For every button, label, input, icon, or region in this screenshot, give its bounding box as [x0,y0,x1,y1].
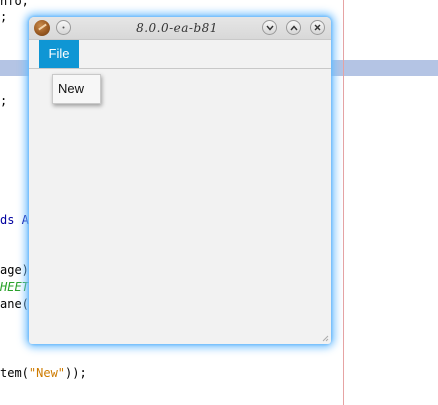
window-title: 8.0.0-ea-b81 [136,21,218,35]
java-app-icon[interactable] [34,20,50,36]
code-fragment-string: "New" [28,366,66,380]
menu-file[interactable]: File [39,40,79,68]
code-fragment-keyword: ds A [0,213,29,227]
code-fragment: nfo; [0,0,29,8]
pin-icon[interactable] [56,20,71,35]
code-fragment: )); [65,366,87,380]
code-fragment: ; [0,10,8,24]
code-line: age) [0,263,29,278]
code-line: HEET [0,280,29,295]
window-titlebar[interactable]: 8.0.0-ea-b81 [29,17,331,40]
code-line: tem("New")); [0,366,87,381]
editor-right-margin-line [343,0,344,405]
code-line: nfo; [0,0,29,9]
code-fragment: age) [0,263,29,277]
code-fragment: tem( [0,366,29,380]
close-icon[interactable] [310,20,325,35]
code-line: ; [0,94,7,109]
chevron-down-icon[interactable] [262,20,277,35]
resize-grip-icon[interactable] [321,334,329,342]
menu-item-new[interactable]: New [53,75,100,103]
file-menu-popup: New [52,74,101,104]
code-fragment: ane( [0,297,29,311]
code-line: ; [0,10,7,25]
chevron-up-icon[interactable] [286,20,301,35]
code-fragment: ; [0,94,8,108]
app-window[interactable]: 8.0.0-ea-b81 File [29,17,331,344]
code-fragment-constant: HEET [0,280,29,294]
menubar: File [29,40,331,69]
code-line: ds A [0,213,29,228]
code-line: ane( [0,297,29,312]
